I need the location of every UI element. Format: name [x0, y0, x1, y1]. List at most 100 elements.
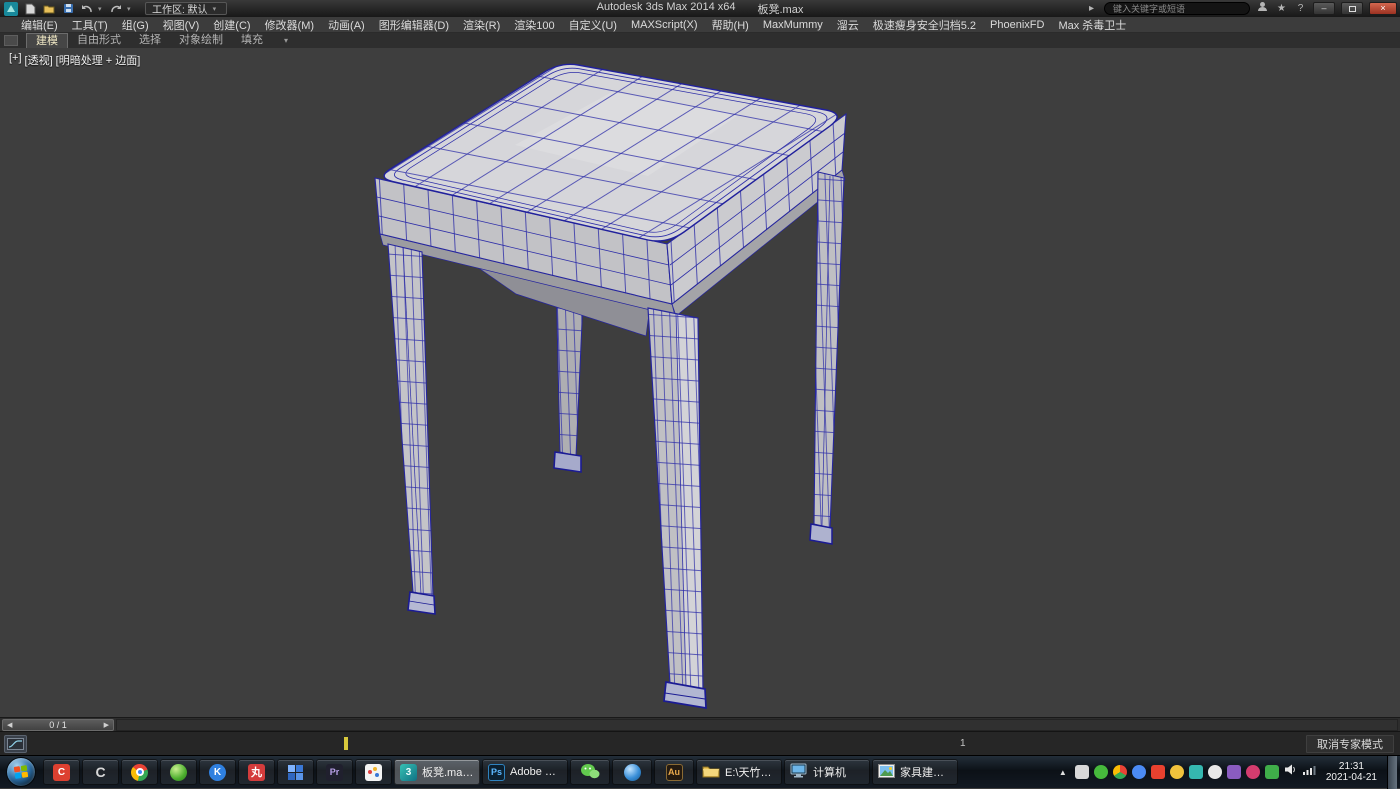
- menu-item-slim-archive[interactable]: 极速瘦身安全归档5.2: [866, 17, 983, 33]
- audition-icon: Au: [666, 764, 683, 781]
- tray-app-icon-3[interactable]: [1113, 765, 1127, 779]
- tray-app-icon-2[interactable]: [1094, 765, 1108, 779]
- tab-modeling[interactable]: 建模: [26, 33, 68, 48]
- undo-dropdown-icon[interactable]: ▾: [98, 5, 105, 13]
- undo-icon[interactable]: [79, 2, 95, 16]
- new-file-icon[interactable]: [22, 2, 38, 16]
- menu-item-max-antivirus[interactable]: Max 杀毒卫士: [1051, 17, 1133, 33]
- menu-item-animation[interactable]: 动画(A): [321, 17, 372, 33]
- viewport-menu-button[interactable]: [+]: [8, 52, 23, 68]
- tray-app-icon-9[interactable]: [1227, 765, 1241, 779]
- save-icon[interactable]: [60, 2, 76, 16]
- tray-app-icon-10[interactable]: [1246, 765, 1260, 779]
- previous-frame-icon[interactable]: ◀: [7, 721, 12, 729]
- tab-object-paint[interactable]: 对象绘制: [170, 33, 232, 48]
- time-slider-track[interactable]: [116, 719, 1398, 731]
- menu-item-maxscript[interactable]: MAXScript(X): [624, 19, 705, 31]
- tray-app-icon-6[interactable]: [1170, 765, 1184, 779]
- close-button[interactable]: ×: [1369, 2, 1397, 15]
- viewport-canvas[interactable]: [0, 48, 1400, 717]
- tray-expand-icon[interactable]: ▲: [1056, 768, 1070, 777]
- menu-item-create[interactable]: 创建(C): [206, 17, 257, 33]
- taskbar-window-wechat[interactable]: [570, 759, 610, 785]
- taskbar-window-photoshop[interactable]: Ps Adobe Ph...: [482, 759, 568, 785]
- taskbar-clock[interactable]: 21:31 2021-04-21: [1326, 761, 1377, 783]
- taskbar-window-label: 家具建模...: [900, 764, 952, 780]
- redo-icon[interactable]: [108, 2, 124, 16]
- timeline-ruler-label: 1: [960, 738, 966, 749]
- taskbar-pinned-blue-tiles[interactable]: [277, 759, 314, 785]
- taskbar-pinned-chrome[interactable]: [121, 759, 158, 785]
- taskbar-pinned-wan-app[interactable]: 丸: [238, 759, 275, 785]
- track-bar[interactable]: 1 取消专家模式: [0, 731, 1400, 755]
- taskbar-window-audition[interactable]: Au: [654, 759, 694, 785]
- community-icon[interactable]: [1256, 1, 1269, 16]
- tray-app-icon-8[interactable]: [1208, 765, 1222, 779]
- viewport-shading-button[interactable]: [明暗处理 + 边面]: [55, 52, 142, 68]
- menu-item-rendering[interactable]: 渲染(R): [456, 17, 507, 33]
- green-browser-icon: [170, 764, 187, 781]
- taskbar-pinned-red-c[interactable]: C: [43, 759, 80, 785]
- taskbar-window-computer[interactable]: 计算机: [784, 759, 870, 785]
- menu-item-phoenixfd[interactable]: PhoenixFD: [983, 19, 1051, 31]
- taskbar-window-browser[interactable]: [612, 759, 652, 785]
- stool-model[interactable]: [375, 64, 846, 708]
- time-slider-handle[interactable]: ◀ 0 / 1 ▶: [2, 719, 114, 731]
- workspace-label: 工作区: 默认: [152, 1, 208, 16]
- taskbar-pinned-gray-c[interactable]: C: [82, 759, 119, 785]
- taskbar-pinned-dots-app[interactable]: [355, 759, 392, 785]
- taskbar-window-modeling[interactable]: 家具建模...: [872, 759, 958, 785]
- workspace-selector[interactable]: 工作区: 默认 ▾: [145, 2, 227, 15]
- menu-item-modifiers[interactable]: 修改器(M): [258, 17, 322, 33]
- menu-item-views[interactable]: 视图(V): [156, 17, 207, 33]
- menu-item-group[interactable]: 组(G): [115, 17, 156, 33]
- taskbar-window-folder[interactable]: E:\天竹20...: [696, 759, 782, 785]
- next-frame-icon[interactable]: ▶: [104, 721, 109, 729]
- menu-item-edit[interactable]: 编辑(E): [14, 17, 65, 33]
- minimize-button[interactable]: –: [1313, 2, 1335, 15]
- tab-freeform[interactable]: 自由形式: [68, 33, 130, 48]
- menu-item-tools[interactable]: 工具(T): [65, 17, 115, 33]
- dots-app-icon: [365, 764, 382, 781]
- start-button[interactable]: [6, 757, 36, 787]
- redo-dropdown-icon[interactable]: ▾: [127, 5, 134, 13]
- perspective-viewport[interactable]: [+] [透视] [明暗处理 + 边面]: [0, 48, 1400, 717]
- ribbon-overflow-caret-icon[interactable]: ▾: [284, 36, 288, 45]
- tab-selection[interactable]: 选择: [130, 33, 170, 48]
- tab-populate[interactable]: 填充: [232, 33, 272, 48]
- viewport-view-button[interactable]: [透视]: [24, 52, 54, 68]
- premiere-icon: Pr: [326, 764, 343, 781]
- network-icon[interactable]: [1302, 763, 1316, 781]
- tray-app-icon-11[interactable]: [1265, 765, 1279, 779]
- cancel-expert-mode-button[interactable]: 取消专家模式: [1306, 735, 1394, 753]
- clock-date: 2021-04-21: [1326, 772, 1377, 783]
- menu-item-render100[interactable]: 渲染100: [507, 17, 561, 33]
- favorites-star-icon[interactable]: ★: [1275, 2, 1288, 15]
- search-caret-icon[interactable]: ▸: [1085, 2, 1098, 15]
- help-icon[interactable]: ?: [1294, 2, 1307, 15]
- menu-item-maxmummy[interactable]: MaxMummy: [756, 19, 830, 31]
- menu-item-graph-editors[interactable]: 图形编辑器(D): [372, 17, 456, 33]
- menu-item-customize[interactable]: 自定义(U): [562, 17, 624, 33]
- document-title: 板凳.max: [757, 1, 803, 17]
- system-tray: ▲ 21:31 2021-04-21: [1056, 756, 1400, 789]
- search-input[interactable]: [1104, 2, 1250, 15]
- 3dsmax-logo-icon[interactable]: [3, 2, 19, 16]
- volume-icon[interactable]: [1284, 763, 1297, 781]
- taskbar-pinned-premiere[interactable]: Pr: [316, 759, 353, 785]
- maximize-button[interactable]: [1341, 2, 1363, 15]
- tray-app-icon-7[interactable]: [1189, 765, 1203, 779]
- mini-curve-editor-icon[interactable]: [4, 735, 27, 753]
- tray-app-icon-5[interactable]: [1151, 765, 1165, 779]
- menu-item-liuyun[interactable]: 溜云: [830, 17, 866, 33]
- taskbar-pinned-k-app[interactable]: K: [199, 759, 236, 785]
- menu-item-help[interactable]: 帮助(H): [705, 17, 756, 33]
- tray-app-icon-1[interactable]: [1075, 765, 1089, 779]
- taskbar-pinned-green-browser[interactable]: [160, 759, 197, 785]
- open-file-icon[interactable]: [41, 2, 57, 16]
- tray-app-icon-4[interactable]: [1132, 765, 1146, 779]
- taskbar-window-3dsmax[interactable]: 3 板凳.max ...: [394, 759, 480, 785]
- timeline-key-marker[interactable]: [344, 737, 348, 750]
- ribbon-handle-icon[interactable]: [4, 35, 18, 46]
- show-desktop-button[interactable]: [1387, 756, 1397, 789]
